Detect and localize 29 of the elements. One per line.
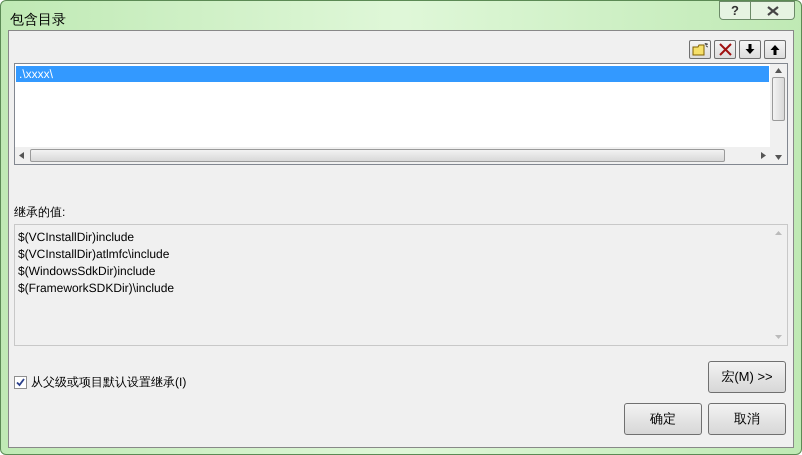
scroll-right-icon — [761, 152, 766, 159]
scroll-up-icon — [775, 68, 782, 73]
new-folder-button[interactable] — [689, 40, 711, 59]
arrow-down-icon — [745, 44, 755, 55]
move-down-button[interactable] — [739, 40, 761, 59]
close-button[interactable] — [751, 1, 795, 20]
cancel-button[interactable]: 取消 — [708, 403, 786, 435]
vertical-scrollbar[interactable] — [770, 64, 787, 164]
inherited-value: $(VCInstallDir)include — [18, 229, 136, 246]
folder-icon — [692, 43, 708, 56]
inherited-values-label: 继承的值: — [14, 204, 66, 221]
inherit-checkbox-label: 从父级或项目默认设置继承(I) — [31, 374, 186, 391]
delete-icon — [718, 43, 732, 56]
inherited-value: $(VCInstallDir)atlmfc\include — [18, 246, 170, 263]
scroll-up-icon — [775, 231, 782, 235]
close-icon — [766, 6, 778, 16]
inherit-checkbox[interactable] — [14, 376, 27, 388]
move-up-button[interactable] — [764, 40, 786, 59]
macros-button[interactable]: 宏(M) >> — [708, 361, 786, 393]
inherited-value: $(WindowsSdkDir)include — [18, 263, 156, 280]
inherited-value: $(FrameworkSDKDir)\include — [18, 280, 176, 297]
scroll-left-icon — [19, 152, 24, 159]
window-title: 包含目录 — [10, 10, 66, 29]
ok-button[interactable]: 确定 — [624, 403, 702, 435]
help-button[interactable]: ? — [719, 1, 751, 20]
scroll-down-icon — [775, 335, 782, 339]
scroll-down-icon — [775, 155, 782, 160]
delete-button[interactable] — [714, 40, 736, 59]
arrow-up-icon — [770, 44, 780, 55]
